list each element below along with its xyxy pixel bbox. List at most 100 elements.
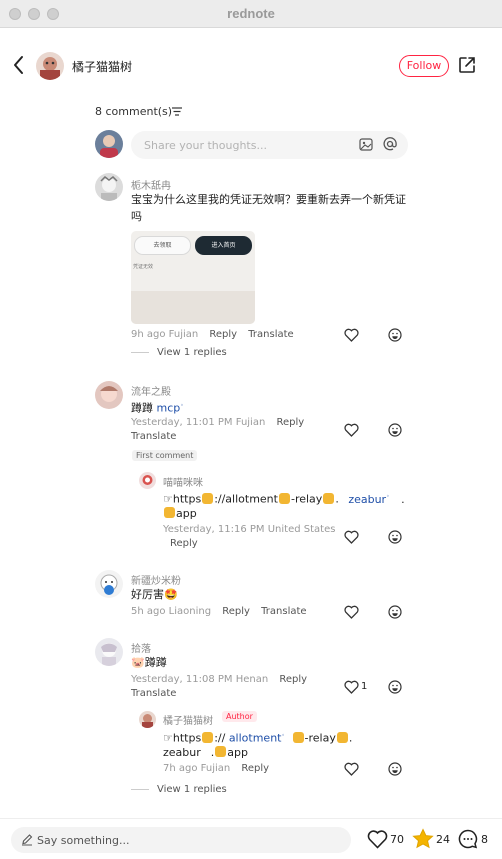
- translate-button[interactable]: Translate: [131, 688, 176, 699]
- comment-bubble-icon[interactable]: [458, 829, 478, 849]
- reply-button[interactable]: Reply: [170, 538, 198, 549]
- reply-avatar[interactable]: [139, 472, 156, 489]
- comment-time: 9h ago Fujian: [131, 329, 199, 340]
- author-badge: Author: [222, 711, 257, 722]
- my-avatar: [95, 130, 123, 158]
- comment-time: Yesterday, 11:01 PM Fujian: [131, 417, 266, 428]
- comment-avatar[interactable]: [95, 173, 123, 201]
- heart-icon[interactable]: [344, 530, 359, 544]
- emoji-reaction-icon[interactable]: [388, 328, 402, 342]
- image-icon[interactable]: [359, 138, 373, 151]
- cat-emoji-icon: [164, 507, 175, 518]
- cat-emoji-icon: [336, 731, 348, 743]
- star-icon[interactable]: [412, 828, 434, 849]
- comment-text: 蹲蹲 mcp◦: [131, 401, 184, 415]
- heart-icon[interactable]: [344, 423, 359, 437]
- translate-button[interactable]: Translate: [248, 329, 293, 340]
- comment-text: 🐷蹲蹲: [131, 656, 167, 669]
- cat-emoji-icon: [202, 731, 214, 743]
- comment-author[interactable]: 流年之殿: [131, 383, 171, 398]
- emoji-reaction-icon[interactable]: [388, 680, 402, 694]
- first-comment-badge: First comment: [132, 450, 198, 461]
- comment-total-count: 8: [481, 833, 488, 846]
- link-icon: ◦: [180, 402, 184, 409]
- reply-avatar[interactable]: [139, 711, 156, 728]
- reply-meta: Reply: [170, 538, 198, 549]
- comment-text-continued: 吗: [131, 210, 142, 223]
- reply-text: ☞https://allotment -relay. zeabur◦ .: [163, 492, 405, 506]
- comment-meta-row2: Translate: [131, 688, 176, 699]
- mention-icon[interactable]: [383, 137, 397, 151]
- comment-meta: 5h ago Liaoning Reply Translate: [131, 606, 307, 617]
- comment-avatar[interactable]: [95, 381, 123, 409]
- cat-emoji-icon: [323, 492, 335, 504]
- reply-button[interactable]: Reply: [279, 674, 307, 685]
- reply-button[interactable]: Reply: [209, 329, 237, 340]
- comment-count: 8 comment(s): [95, 105, 173, 118]
- follow-button[interactable]: Follow: [399, 55, 449, 77]
- comment-author[interactable]: 拾落: [131, 640, 151, 655]
- like-count: 70: [390, 833, 404, 846]
- comment-text: 好厉害🤩: [131, 588, 178, 601]
- reply-author[interactable]: 橘子猫猫树: [163, 712, 213, 727]
- pencil-icon: [22, 834, 33, 846]
- heart-icon[interactable]: [344, 328, 359, 342]
- cat-emoji-icon: [278, 492, 290, 504]
- author-avatar[interactable]: [36, 52, 64, 80]
- reply-time: 7h ago Fujian: [163, 763, 231, 774]
- heart-icon[interactable]: [344, 605, 359, 619]
- view-replies-button[interactable]: View 1 replies: [131, 784, 227, 795]
- like-heart-icon[interactable]: [367, 829, 388, 849]
- post-header: 橘子猫猫树 Follow: [0, 28, 502, 104]
- reply-text-continued: app: [163, 505, 197, 522]
- emoji-reaction-icon[interactable]: [388, 605, 402, 619]
- comment-meta: Yesterday, 11:01 PM Fujian Reply: [131, 417, 304, 428]
- star-count: 24: [436, 833, 450, 846]
- comment-input-placeholder: Share your thoughts...: [144, 139, 267, 152]
- reply-author[interactable]: 喵喵咪咪: [163, 474, 203, 489]
- image-lower-area: [131, 291, 255, 324]
- comment-image[interactable]: 去领取 进入首页 凭证无效: [131, 231, 255, 324]
- image-button-right: 进入首页: [195, 236, 252, 255]
- cat-emoji-icon: [292, 731, 304, 743]
- reply-time: Yesterday, 11:16 PM United States: [163, 524, 336, 535]
- reply-button[interactable]: Reply: [277, 417, 305, 428]
- image-caption: 凭证无效: [133, 264, 154, 270]
- author-name[interactable]: 橘子猫猫树: [72, 58, 132, 75]
- comment-link[interactable]: mcp: [157, 402, 181, 415]
- translate-button[interactable]: Translate: [131, 431, 176, 442]
- back-arrow-icon[interactable]: [10, 54, 28, 76]
- comment-input[interactable]: Share your thoughts...: [131, 131, 408, 159]
- comment-avatar[interactable]: [95, 638, 123, 666]
- comment-time: 5h ago Liaoning: [131, 606, 212, 617]
- reply-link[interactable]: zeabur: [348, 493, 386, 506]
- reply-link[interactable]: allotment: [229, 732, 282, 745]
- share-icon[interactable]: [458, 56, 476, 74]
- translate-button[interactable]: Translate: [261, 606, 306, 617]
- emoji-reaction-icon[interactable]: [388, 762, 402, 776]
- view-replies-button[interactable]: View 1 replies: [131, 347, 227, 358]
- reply-text-continued: zeabur. app: [163, 746, 248, 759]
- reply-button[interactable]: Reply: [222, 606, 250, 617]
- comment-author[interactable]: 栀木舐冉: [131, 177, 171, 192]
- comment-meta-row2: Translate: [131, 431, 176, 442]
- window-title: rednote: [227, 6, 275, 21]
- reply-button[interactable]: Reply: [241, 763, 269, 774]
- comment-meta: 9h ago Fujian Reply Translate: [131, 329, 294, 340]
- emoji-reaction-icon[interactable]: [388, 423, 402, 437]
- bottom-action-bar: Say something... 70 24 8: [0, 818, 502, 859]
- say-something-input[interactable]: Say something...: [11, 827, 351, 853]
- heart-icon[interactable]: [344, 762, 359, 776]
- window-titlebar: rednote: [0, 0, 502, 28]
- divider: [131, 351, 149, 353]
- link-icon: ◦: [386, 493, 390, 500]
- emoji-reaction-icon[interactable]: [388, 530, 402, 544]
- comment-author[interactable]: 新疆炒米粉: [131, 572, 181, 587]
- comment-time: Yesterday, 11:08 PM Henan: [131, 674, 269, 685]
- comment-avatar[interactable]: [95, 570, 123, 598]
- sort-icon[interactable]: [172, 107, 182, 116]
- say-something-placeholder: Say something...: [37, 834, 130, 847]
- comment-text: 宝宝为什么这里我的凭证无效啊？要重新去弄一个新凭证: [131, 193, 406, 206]
- heart-icon[interactable]: [344, 680, 359, 694]
- comment-like-count: 1: [361, 681, 368, 692]
